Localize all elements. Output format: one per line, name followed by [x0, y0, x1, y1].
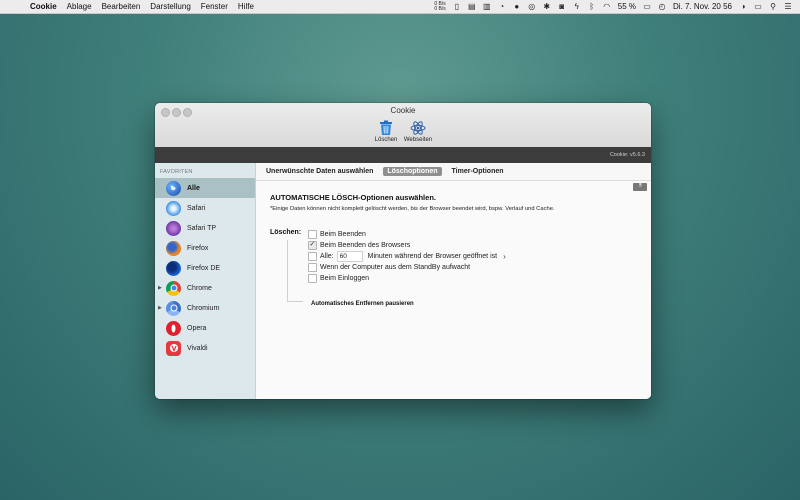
airplay-icon[interactable]: ▭ [754, 2, 762, 11]
sidebar-item-firefox[interactable]: Firefox [155, 238, 255, 258]
sidebar-item-opera[interactable]: Opera [155, 318, 255, 338]
sidebar-item-label: Firefox DE [187, 264, 221, 272]
every-suffix: Minuten während der Browser geöffnet ist [367, 252, 498, 260]
minutes-field[interactable]: 60 [336, 250, 363, 262]
version-label: Cookie: v5.6.3 [609, 152, 645, 158]
chromium-icon [166, 300, 181, 316]
sidebar-item-safari-tp[interactable]: Safari TP [155, 218, 255, 238]
battery-icon[interactable]: ▭ [643, 2, 651, 11]
pane-heading: AUTOMATISCHE LÖSCH-Optionen auswählen. [270, 193, 436, 202]
sidebar-item-vivaldi[interactable]: Vivaldi [155, 338, 255, 358]
cpu-icon[interactable]: ▯ [453, 2, 461, 11]
sidebar-item-label: Alle [187, 184, 200, 192]
sidebar-item-label: Safari [187, 204, 206, 212]
safari-tp-icon [166, 220, 181, 236]
disclosure-triangle-icon[interactable]: ▶ [158, 285, 162, 291]
memory-icon[interactable]: ▤ [468, 2, 476, 11]
sidebar-item-safari[interactable]: Safari [155, 198, 255, 218]
tab-timer-options[interactable]: Timer-Optionen [448, 167, 508, 176]
on-browser-quit-label: Beim Beenden des Browsers [320, 241, 411, 249]
spotlight-icon[interactable]: ⚲ [769, 2, 777, 11]
sync-icon[interactable]: ◎ [528, 2, 536, 11]
on-browser-quit-checkbox[interactable] [308, 240, 317, 250]
on-quit-label: Beim Beenden [320, 230, 366, 238]
more-button[interactable]: !!! [633, 183, 647, 191]
menu-darstellung[interactable]: Darstellung [150, 2, 190, 11]
bolt-icon[interactable]: ϟ [573, 2, 581, 11]
every-label: Alle: [320, 252, 334, 260]
tab-unwanted-data[interactable]: Unerwünschte Daten auswählen [262, 167, 377, 176]
on-wake-label: Wenn der Computer aus dem StandBy aufwac… [320, 263, 471, 271]
websites-toolbar-button[interactable]: Webseiten [398, 119, 438, 143]
notification-center-icon[interactable]: ☰ [784, 2, 792, 11]
sidebar-item-label: Chrome [187, 284, 212, 292]
opera-icon [166, 320, 181, 336]
window-title: Cookie [390, 106, 416, 115]
option-on-wake[interactable]: Wenn der Computer aus dem StandBy aufwac… [308, 262, 470, 272]
sidebar-item-chrome[interactable]: ▶ Chrome [155, 278, 255, 298]
sidebar-item-label: Opera [187, 324, 207, 332]
delete-options-pane: !!! AUTOMATISCHE LÖSCH-Optionen auswähle… [256, 181, 651, 399]
firefox-de-icon [166, 260, 181, 276]
chrome-icon [166, 280, 181, 296]
cookie-window: Cookie Löschen Webseiten Cookie: v5.6.3 … [155, 103, 651, 399]
option-on-login[interactable]: Beim Einloggen [308, 273, 369, 283]
option-every[interactable]: Alle: 60 Minuten während der Browser geö… [308, 250, 506, 262]
wifi-icon[interactable]: ◠ [603, 2, 611, 11]
disk-icon[interactable]: ▥ [483, 2, 491, 11]
option-on-quit[interactable]: Beim Beenden [308, 229, 366, 239]
contrast-icon[interactable]: ◑ [739, 2, 747, 11]
sidebar-item-chromium[interactable]: ▶ Chromium [155, 298, 255, 318]
titlebar: Cookie Löschen Webseiten [155, 103, 651, 148]
sidebar-item-firefox-de[interactable]: Firefox DE [155, 258, 255, 278]
on-login-checkbox[interactable] [308, 273, 317, 283]
safari-icon [166, 200, 181, 216]
gear-icon[interactable]: ✱ [543, 2, 551, 11]
shield-icon[interactable]: ◙ [558, 2, 566, 11]
group-bracket [287, 240, 288, 301]
sidebar-item-label: Firefox [187, 244, 209, 252]
chevron-right-icon[interactable]: › [503, 252, 506, 261]
sidebar-item-label: Vivaldi [187, 344, 208, 352]
user-icon[interactable]: ● [513, 2, 521, 11]
every-checkbox[interactable] [308, 251, 317, 261]
menu-app[interactable]: Cookie [30, 2, 57, 11]
sidebar-item-label: Safari TP [187, 224, 217, 232]
sidebar-item-alle[interactable]: Alle [155, 178, 255, 198]
option-on-browser-quit[interactable]: Beim Beenden des Browsers [308, 240, 410, 250]
websites-toolbar-label: Webseiten [403, 137, 433, 143]
version-bar: Cookie: v5.6.3 [155, 147, 651, 163]
firefox-icon [166, 240, 181, 256]
group-bracket [287, 301, 303, 302]
on-quit-checkbox[interactable] [308, 229, 317, 239]
menu-bearbeiten[interactable]: Bearbeiten [102, 2, 141, 11]
signal-icon[interactable]: ◔ [498, 2, 506, 11]
pane-note: *Einige Daten können nicht komplett gelö… [270, 206, 555, 212]
net-down: 0 B/s [434, 5, 446, 12]
globe-icon [166, 180, 181, 196]
menu-ablage[interactable]: Ablage [67, 2, 92, 11]
time-machine-icon[interactable]: ◴ [658, 2, 666, 11]
battery-percent[interactable]: 55 % [618, 2, 636, 11]
sidebar-item-label: Chromium [187, 304, 220, 312]
atom-icon [398, 119, 438, 137]
on-wake-checkbox[interactable] [308, 262, 317, 272]
menu-hilfe[interactable]: Hilfe [238, 2, 254, 11]
disclosure-triangle-icon[interactable]: ▶ [158, 305, 162, 311]
sidebar: FAVORITEN Alle Safari Safari TP Firefox … [155, 163, 256, 399]
vivaldi-icon [166, 340, 181, 356]
tab-delete-options[interactable]: Löschoptionen [383, 167, 442, 176]
tab-bar: Unerwünschte Daten auswählen Löschoption… [256, 163, 651, 181]
bluetooth-icon[interactable]: ᛒ [588, 2, 596, 11]
network-speed[interactable]: 0 B/s 0 B/s [434, 1, 446, 12]
menubar: Cookie Ablage Bearbeiten Darstellung Fen… [0, 0, 800, 14]
on-login-label: Beim Einloggen [320, 274, 370, 282]
pause-auto-delete-button[interactable]: Automatisches Entfernen pausieren [311, 301, 414, 307]
content-area: Unerwünschte Daten auswählen Löschoption… [256, 163, 651, 399]
menu-fenster[interactable]: Fenster [201, 2, 228, 11]
favorites-header: FAVORITEN [160, 169, 193, 175]
delete-label: Löschen: [270, 229, 302, 236]
clock[interactable]: Di. 7. Nov. 20 56 [673, 2, 732, 11]
